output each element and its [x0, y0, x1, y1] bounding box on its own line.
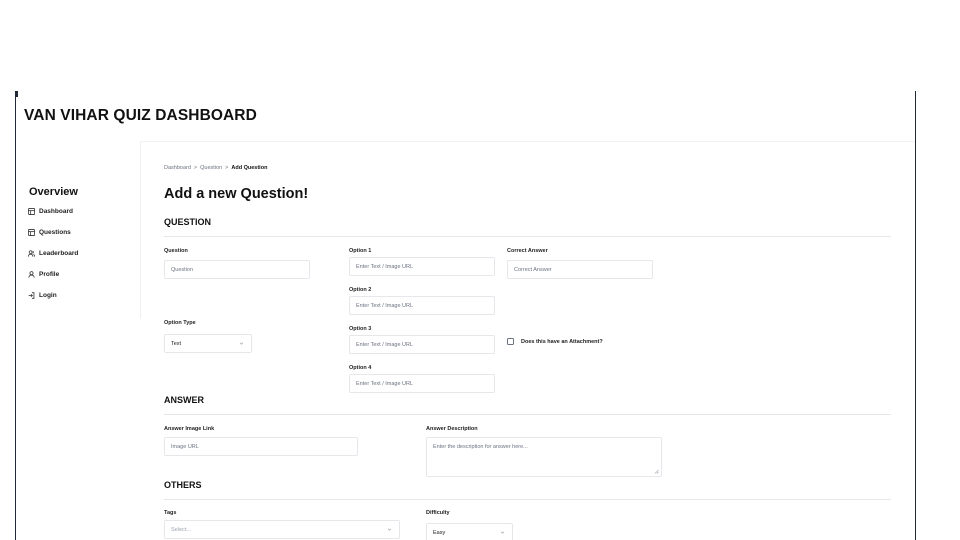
sidebar-item-questions[interactable]: Questions	[27, 228, 71, 236]
sidebar-item-dashboard[interactable]: Dashboard	[27, 207, 73, 215]
sidebar-item-label: Questions	[39, 228, 71, 236]
section-divider	[164, 236, 891, 237]
header-divider	[141, 141, 915, 142]
app-window: VAN VIHAR QUIZ DASHBOARD Overview Dashbo…	[15, 91, 916, 540]
option1-label: Option 1	[349, 248, 372, 254]
breadcrumb-separator: >	[225, 165, 229, 171]
section-divider	[164, 499, 891, 500]
breadcrumb-current: Add Question	[231, 165, 268, 171]
users-icon	[27, 249, 35, 257]
tags-label: Tags	[164, 510, 177, 516]
difficulty-select[interactable]: Easy	[426, 523, 513, 540]
tags-placeholder: Select...	[171, 526, 191, 533]
option2-input[interactable]: Enter Text / Image URL	[349, 296, 495, 315]
answer-image-input[interactable]: Image URL	[164, 437, 358, 456]
chevron-down-icon	[500, 531, 505, 534]
sidebar-item-label: Profile	[39, 270, 60, 278]
attachment-label: Does this have an Attachment?	[521, 338, 603, 345]
option-type-select[interactable]: Text	[164, 334, 252, 353]
correct-answer-input[interactable]: Correct Answer	[507, 260, 653, 279]
difficulty-value: Easy	[433, 529, 446, 536]
attachment-checkbox[interactable]: Does this have an Attachment?	[507, 338, 603, 345]
chevron-down-icon	[239, 342, 244, 345]
sidebar-item-label: Dashboard	[39, 207, 73, 215]
option-type-label: Option Type	[164, 320, 196, 326]
grid-icon	[27, 228, 35, 236]
section-title-others: OTHERS	[164, 480, 202, 490]
answer-description-textarea[interactable]: Enter the description for answer here...	[426, 437, 662, 477]
sidebar-item-profile[interactable]: Profile	[27, 270, 59, 278]
sidebar-item-leaderboard[interactable]: Leaderboard	[27, 249, 78, 257]
login-icon	[27, 291, 35, 299]
section-title-answer: ANSWER	[164, 395, 204, 405]
answer-description-label: Answer Description	[426, 426, 478, 432]
answer-image-label: Answer Image Link	[164, 426, 215, 432]
sidebar: Overview Dashboard Questions Leaderboard…	[16, 141, 141, 319]
question-label: Question	[164, 248, 188, 254]
option2-label: Option 2	[349, 287, 372, 293]
sidebar-item-label: Leaderboard	[39, 249, 79, 257]
answer-description-placeholder: Enter the description for answer here...	[433, 444, 528, 450]
section-divider	[164, 414, 891, 415]
section-title-question: QUESTION	[164, 217, 212, 227]
option3-input[interactable]: Enter Text / Image URL	[349, 335, 495, 354]
user-icon	[27, 270, 35, 278]
option1-input[interactable]: Enter Text / Image URL	[349, 257, 495, 276]
correct-answer-label: Correct Answer	[507, 248, 548, 254]
breadcrumb: Dashboard > Question > Add Question	[164, 165, 267, 171]
chevron-down-icon	[387, 528, 392, 531]
resize-grip-icon[interactable]	[654, 469, 659, 474]
question-input[interactable]: Question	[164, 260, 310, 279]
grid-icon	[27, 207, 35, 215]
option4-input[interactable]: Enter Text / Image URL	[349, 374, 495, 393]
option3-label: Option 3	[349, 326, 372, 332]
breadcrumb-link-question[interactable]: Question	[200, 165, 222, 171]
option4-label: Option 4	[349, 365, 372, 371]
option-type-value: Text	[171, 340, 182, 347]
page-title: Add a new Question!	[164, 186, 309, 202]
checkbox-box[interactable]	[507, 338, 514, 345]
tags-select[interactable]: Select...	[164, 520, 400, 539]
breadcrumb-separator: >	[193, 165, 198, 171]
sidebar-item-login[interactable]: Login	[27, 291, 57, 299]
sidebar-heading: Overview	[29, 186, 78, 198]
sidebar-item-label: Login	[39, 291, 57, 299]
app-title: VAN VIHAR QUIZ DASHBOARD	[24, 107, 257, 124]
difficulty-label: Difficulty	[426, 510, 450, 516]
breadcrumb-link-dashboard[interactable]: Dashboard	[164, 165, 191, 171]
